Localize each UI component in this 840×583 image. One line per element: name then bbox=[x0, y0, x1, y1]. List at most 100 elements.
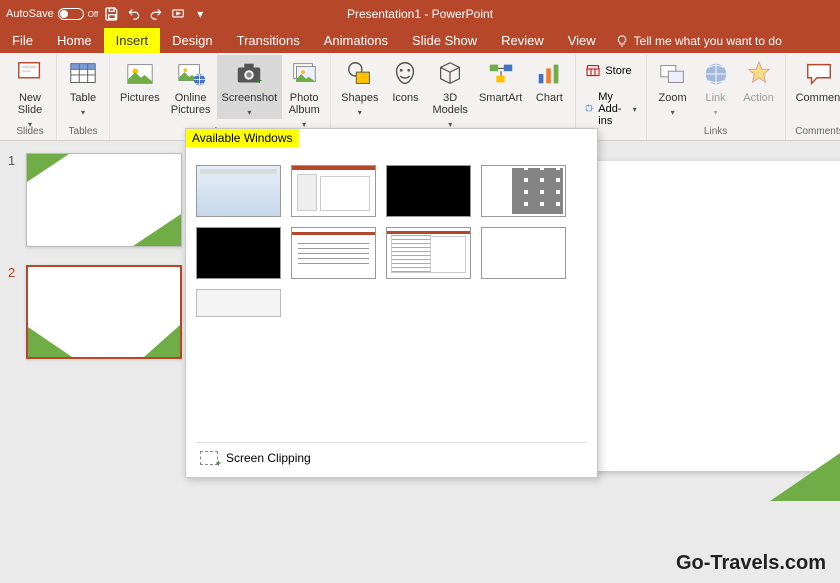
new-slide-icon bbox=[14, 58, 46, 90]
link-label: Link bbox=[706, 92, 726, 104]
window-thumbnail[interactable] bbox=[196, 289, 281, 317]
tab-transitions[interactable]: Transitions bbox=[225, 28, 312, 53]
screen-clipping-icon bbox=[200, 451, 218, 465]
my-addins-label: My Add-ins bbox=[598, 91, 628, 127]
icons-button[interactable]: Icons bbox=[384, 55, 426, 105]
tab-slideshow[interactable]: Slide Show bbox=[400, 28, 489, 53]
screenshot-dropdown: Available Windows Screen Clipping bbox=[185, 128, 598, 478]
watermark: Go-Travels.com bbox=[676, 552, 826, 575]
undo-icon[interactable] bbox=[126, 6, 142, 22]
online-pictures-button[interactable]: Online Pictures bbox=[166, 55, 216, 117]
tab-view[interactable]: View bbox=[556, 28, 608, 53]
slide-preview bbox=[26, 265, 182, 359]
shapes-button[interactable]: Shapes bbox=[336, 55, 383, 119]
slide-accent-shape bbox=[770, 371, 840, 501]
slide-accent-shape bbox=[27, 154, 69, 182]
zoom-label: Zoom bbox=[659, 92, 687, 104]
slide-thumbnail-1[interactable]: 1 bbox=[8, 153, 182, 247]
redo-icon[interactable] bbox=[148, 6, 164, 22]
pictures-button[interactable]: Pictures bbox=[115, 55, 165, 105]
smartart-button[interactable]: SmartArt bbox=[474, 55, 527, 105]
window-thumbnail[interactable] bbox=[291, 165, 376, 217]
3d-models-button[interactable]: 3D Models bbox=[427, 55, 472, 131]
tab-insert[interactable]: Insert bbox=[104, 28, 161, 53]
slide-number: 1 bbox=[8, 153, 20, 247]
slide-thumbnail-pane[interactable]: 1 2 bbox=[0, 141, 190, 583]
autosave-state: Off bbox=[88, 10, 99, 19]
store-icon bbox=[585, 63, 601, 79]
action-label: Action bbox=[743, 92, 774, 104]
screen-clipping-button[interactable]: Screen Clipping bbox=[196, 442, 587, 469]
lightbulb-icon bbox=[616, 35, 628, 47]
icons-label: Icons bbox=[392, 92, 418, 104]
chevron-down-icon bbox=[247, 104, 251, 118]
window-thumbnail[interactable] bbox=[386, 165, 471, 217]
autosave-label: AutoSave bbox=[6, 8, 54, 20]
slide-preview bbox=[26, 153, 182, 247]
slide-accent-shape bbox=[133, 214, 181, 246]
window-thumbnails-row3 bbox=[186, 289, 597, 327]
screen-clipping-label: Screen Clipping bbox=[226, 451, 311, 465]
chart-icon bbox=[533, 58, 565, 90]
photo-album-label: Photo Album bbox=[289, 92, 320, 116]
shapes-label: Shapes bbox=[341, 92, 378, 104]
tab-animations[interactable]: Animations bbox=[312, 28, 400, 53]
store-button[interactable]: Store bbox=[581, 61, 635, 81]
tell-me-placeholder: Tell me what you want to do bbox=[634, 34, 782, 48]
online-pictures-label: Online Pictures bbox=[171, 92, 211, 116]
addins-icon bbox=[585, 101, 594, 117]
tell-me-search[interactable]: Tell me what you want to do bbox=[608, 28, 790, 53]
action-button[interactable]: Action bbox=[738, 55, 780, 105]
start-from-beginning-icon[interactable] bbox=[170, 6, 186, 22]
qat-more-icon[interactable]: ▾ bbox=[192, 6, 208, 22]
ribbon-tabs: File Home Insert Design Transitions Anim… bbox=[0, 28, 840, 53]
chart-label: Chart bbox=[536, 92, 563, 104]
slide-accent-shape bbox=[144, 325, 180, 357]
tab-home[interactable]: Home bbox=[45, 28, 104, 53]
screenshot-button[interactable]: + Screenshot bbox=[217, 55, 283, 119]
comment-button[interactable]: Comment bbox=[791, 55, 840, 105]
3d-models-label: 3D Models bbox=[432, 92, 467, 116]
zoom-button[interactable]: Zoom bbox=[652, 55, 694, 119]
document-title: Presentation1 - PowerPoint bbox=[347, 7, 493, 21]
window-thumbnail[interactable] bbox=[481, 165, 566, 217]
window-thumbnail[interactable] bbox=[481, 227, 566, 279]
chevron-down-icon bbox=[633, 103, 637, 115]
slide-thumbnail-2[interactable]: 2 bbox=[8, 265, 182, 359]
comment-label: Comment bbox=[796, 92, 840, 104]
link-button[interactable]: Link bbox=[695, 55, 737, 119]
group-comments-label: Comments bbox=[795, 126, 840, 137]
toggle-icon bbox=[58, 8, 84, 20]
pictures-label: Pictures bbox=[120, 92, 160, 104]
tab-review[interactable]: Review bbox=[489, 28, 556, 53]
slide-number: 2 bbox=[8, 265, 20, 359]
smartart-label: SmartArt bbox=[479, 92, 522, 104]
autosave-toggle[interactable]: AutoSave Off bbox=[6, 8, 98, 20]
new-slide-button[interactable]: New Slide bbox=[9, 55, 51, 131]
online-pictures-icon bbox=[175, 58, 207, 90]
new-slide-label: New Slide bbox=[18, 92, 42, 116]
action-icon bbox=[743, 58, 775, 90]
store-label: Store bbox=[605, 65, 631, 77]
slide-accent-shape bbox=[28, 327, 72, 357]
table-button[interactable]: Table bbox=[62, 55, 104, 119]
tab-design[interactable]: Design bbox=[160, 28, 224, 53]
smartart-icon bbox=[485, 58, 517, 90]
table-label: Table bbox=[70, 92, 96, 104]
shapes-icon bbox=[344, 58, 376, 90]
chart-button[interactable]: Chart bbox=[528, 55, 570, 105]
group-slides-label: Slides bbox=[16, 126, 43, 137]
save-icon[interactable] bbox=[104, 6, 120, 22]
table-icon bbox=[67, 58, 99, 90]
window-thumbnail[interactable] bbox=[196, 227, 281, 279]
window-thumbnail[interactable] bbox=[386, 227, 471, 279]
chevron-down-icon bbox=[358, 104, 362, 118]
tab-file[interactable]: File bbox=[0, 28, 45, 53]
window-thumbnail[interactable] bbox=[291, 227, 376, 279]
photo-album-button[interactable]: Photo Album bbox=[283, 55, 325, 131]
my-addins-button[interactable]: My Add-ins bbox=[581, 89, 640, 129]
available-windows-header: Available Windows bbox=[186, 129, 299, 147]
title-bar: AutoSave Off ▾ Presentation1 - PowerPoin… bbox=[0, 0, 840, 28]
window-thumbnail[interactable] bbox=[196, 165, 281, 217]
window-thumbnails-row2 bbox=[186, 227, 597, 289]
